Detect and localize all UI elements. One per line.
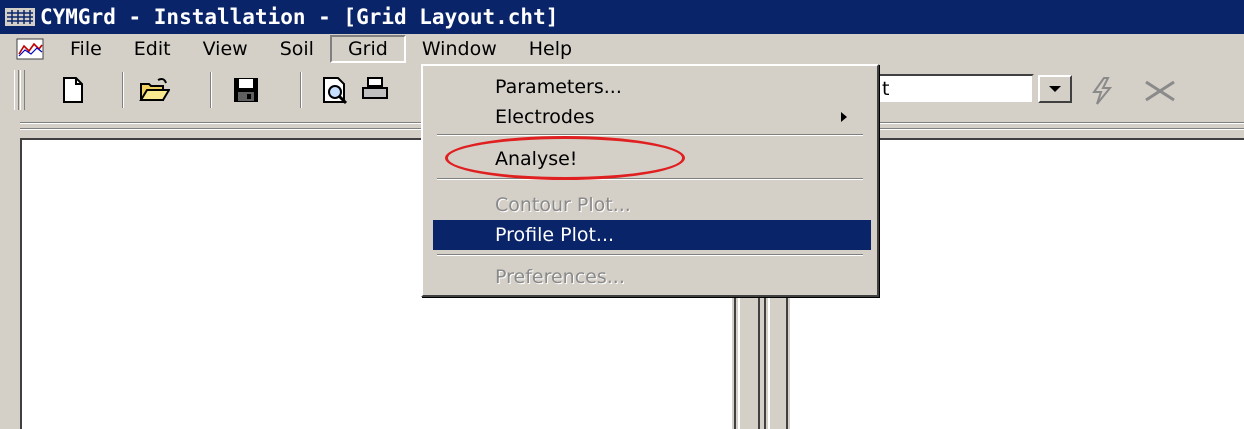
menu-item-electrodes[interactable]: Electrodes <box>433 102 871 132</box>
menu-separator <box>437 178 863 180</box>
menu-bar: File Edit View Soil Grid Window Help <box>0 34 1244 64</box>
menu-item-contour-plot: Contour Plot... <box>495 194 631 216</box>
combo-dropdown-button[interactable] <box>1038 75 1072 103</box>
chart-document-icon[interactable] <box>16 38 44 60</box>
menu-view[interactable]: View <box>187 35 264 63</box>
open-folder-icon[interactable] <box>138 74 170 106</box>
menu-help[interactable]: Help <box>513 35 588 63</box>
new-document-icon[interactable] <box>56 74 88 106</box>
menu-separator <box>437 134 863 136</box>
menu-item-profile-plot[interactable]: Profile Plot... <box>433 220 871 250</box>
cymgrd-app-icon <box>5 8 35 26</box>
menu-file[interactable]: File <box>54 35 118 63</box>
menu-item-preferences: Preferences... <box>495 266 625 288</box>
red-highlight-ellipse <box>445 136 685 180</box>
grid-dropdown-menu: Parameters... Electrodes Analyse! Contou… <box>421 64 879 297</box>
print-preview-icon[interactable] <box>320 74 352 106</box>
menu-separator <box>437 254 863 256</box>
menu-soil[interactable]: Soil <box>264 35 330 63</box>
dropdown-arrow-icon <box>1049 86 1061 92</box>
menu-item-electrodes-label: Electrodes <box>495 106 595 128</box>
toolbar-separator <box>210 72 212 108</box>
window-title: CYMGrd - Installation - [Grid Layout.cht… <box>40 5 559 29</box>
left-frame <box>0 116 20 429</box>
save-disk-icon[interactable] <box>230 74 262 106</box>
menu-edit[interactable]: Edit <box>118 35 187 63</box>
menu-grid[interactable]: Grid <box>329 35 406 63</box>
toolbar-combo-box[interactable]: t <box>876 74 1034 104</box>
close-x-icon <box>1145 80 1175 102</box>
menu-item-parameters[interactable]: Parameters... <box>433 72 871 102</box>
menu-window[interactable]: Window <box>406 35 513 63</box>
toolbar-separator <box>122 72 124 108</box>
lightning-icon <box>1092 77 1113 105</box>
print-icon[interactable] <box>360 74 424 106</box>
title-bar: CYMGrd - Installation - [Grid Layout.cht… <box>0 0 1244 34</box>
toolbar-grip[interactable] <box>20 70 25 110</box>
toolbar-grip[interactable] <box>14 70 19 110</box>
submenu-arrow-icon <box>841 112 847 122</box>
toolbar-separator <box>300 72 302 108</box>
